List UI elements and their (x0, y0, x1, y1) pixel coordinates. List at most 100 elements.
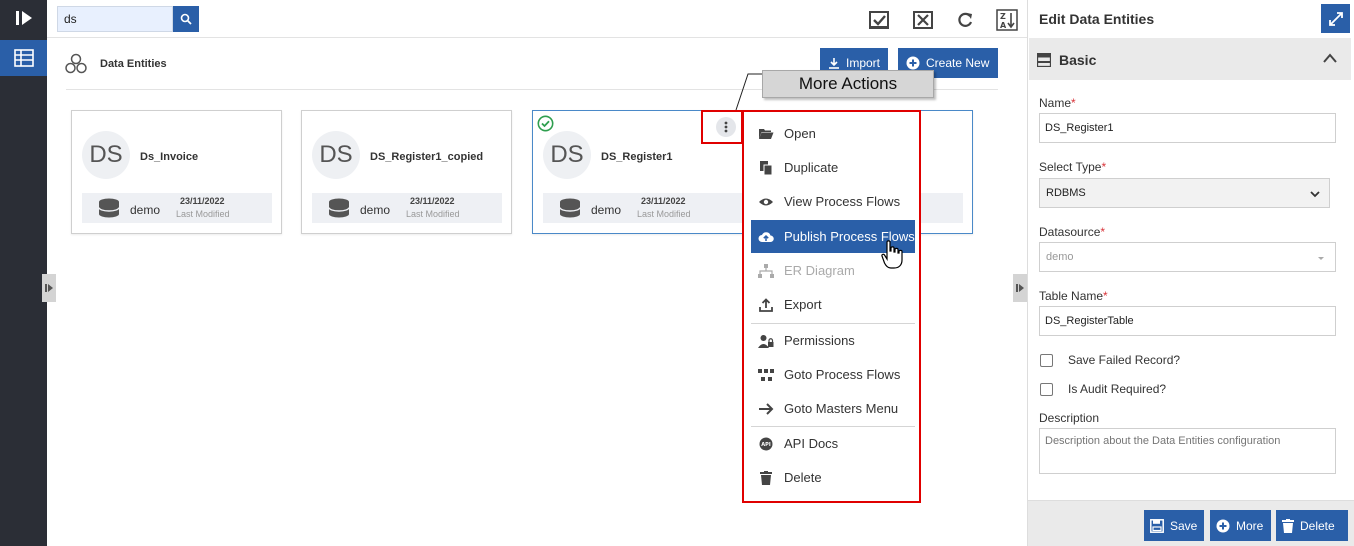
datasource-dropdown[interactable]: demo (1039, 242, 1336, 272)
menu-label: Permissions (784, 333, 855, 348)
menu-item-export[interactable]: Export (751, 288, 915, 321)
modified-date: 23/11/2022 (410, 196, 455, 206)
download-icon (828, 58, 839, 69)
more-actions-menu: Open Duplicate View Process Flows Publis… (742, 110, 921, 503)
modified-label: Last Modified (406, 209, 460, 219)
right-panel-toggle-icon[interactable] (1013, 274, 1027, 302)
menu-item-goto-masters-menu[interactable]: Goto Masters Menu (751, 392, 915, 425)
datasource-label: demo (591, 203, 622, 217)
basic-section-header[interactable]: Basic (1029, 38, 1351, 80)
avatar: DS (312, 131, 360, 179)
menu-item-api-docs[interactable]: API API Docs (751, 427, 915, 460)
trash-icon (1282, 518, 1294, 533)
folder-open-icon (758, 126, 774, 142)
audit-checkbox[interactable] (1040, 383, 1053, 396)
menu-item-view-process-flows[interactable]: View Process Flows (751, 185, 915, 218)
delete-button[interactable]: Delete (1276, 510, 1348, 541)
card-footer: demo 23/11/2022 Last Modified (82, 193, 272, 223)
menu-label: API Docs (784, 436, 839, 451)
flow-icon (758, 367, 774, 383)
app-logo-icon[interactable] (0, 0, 47, 36)
name-field[interactable] (1039, 113, 1336, 143)
duplicate-icon (758, 160, 774, 176)
avatar: DS (82, 131, 130, 179)
database-icon (328, 198, 350, 218)
section-title: Basic (1059, 52, 1097, 68)
arrow-right-icon (758, 401, 774, 417)
create-new-label: Create New (926, 56, 990, 70)
menu-label: Goto Masters Menu (784, 401, 899, 416)
svg-text:A: A (1000, 21, 1007, 30)
modified-date: 23/11/2022 (641, 196, 686, 206)
more-label: More (1236, 518, 1264, 533)
table-name-field[interactable] (1039, 306, 1336, 336)
chevron-up-icon (1323, 53, 1337, 63)
refresh-icon[interactable] (953, 8, 977, 32)
datasource-label: demo (130, 203, 161, 217)
database-icon (98, 198, 120, 218)
select-type-dropdown[interactable]: RDBMS (1039, 178, 1330, 208)
save-button[interactable]: Save (1144, 510, 1204, 541)
api-icon: API (758, 436, 774, 452)
upload-icon (758, 297, 774, 313)
sort-az-icon[interactable]: ZA (995, 8, 1019, 32)
hand-cursor-icon (881, 240, 903, 269)
card-footer: demo 23/11/2022 Last Modified (312, 193, 502, 223)
entity-card[interactable]: DS DS_Register1_copied demo 23/11/2022 L… (301, 110, 512, 234)
save-icon (1150, 518, 1164, 533)
eye-icon (758, 194, 774, 210)
svg-text:Z: Z (1000, 12, 1006, 21)
menu-item-duplicate[interactable]: Duplicate (751, 151, 915, 184)
page-title: Data Entities (100, 58, 167, 70)
edit-panel: Edit Data Entities Basic Name* Select Ty… (1027, 0, 1354, 546)
menu-label: Delete (784, 470, 822, 485)
caret-down-icon (1318, 257, 1324, 260)
top-toolbar: ZA (47, 0, 1027, 38)
cloud-upload-icon (758, 229, 774, 245)
select-type-value: RDBMS (1046, 187, 1086, 199)
entity-name: Ds_Invoice (140, 151, 199, 163)
menu-label: View Process Flows (784, 194, 901, 209)
modified-label: Last Modified (176, 209, 230, 219)
delete-label: Delete (1300, 518, 1335, 533)
description-label: Description (1039, 411, 1100, 425)
audit-label: Is Audit Required? (1068, 382, 1167, 396)
save-failed-checkbox[interactable] (1040, 354, 1053, 367)
more-button[interactable]: More (1210, 510, 1271, 541)
check-all-icon[interactable] (867, 8, 891, 32)
entity-name: DS_Register1_copied (370, 151, 484, 163)
datasource-value: demo (1046, 251, 1074, 263)
save-failed-label: Save Failed Record? (1068, 353, 1181, 367)
menu-item-open[interactable]: Open (751, 117, 915, 150)
menu-label: Export (784, 297, 822, 312)
svg-text:API: API (761, 442, 771, 448)
entity-card[interactable]: DS Ds_Invoice demo 23/11/2022 Last Modif… (71, 110, 282, 234)
avatar: DS (543, 131, 591, 179)
search-input[interactable] (57, 6, 173, 32)
search-icon (180, 13, 192, 25)
panel-title: Edit Data Entities (1039, 11, 1155, 27)
expand-icon[interactable] (1321, 4, 1350, 33)
search-button[interactable] (173, 6, 199, 32)
menu-item-delete[interactable]: Delete (751, 461, 915, 494)
trash-icon (758, 470, 774, 486)
plus-circle-icon (1216, 519, 1230, 532)
menu-label: Open (784, 126, 816, 141)
save-label: Save (1170, 518, 1198, 533)
description-field[interactable] (1039, 428, 1336, 474)
menu-item-permissions[interactable]: Permissions (751, 324, 915, 357)
menu-item-goto-process-flows[interactable]: Goto Process Flows (751, 358, 915, 391)
data-entities-nav-icon[interactable] (0, 40, 47, 76)
check-circle-icon (537, 115, 554, 132)
user-lock-icon (758, 333, 774, 349)
table-name-label: Table Name* (1039, 289, 1108, 303)
left-panel-toggle-icon[interactable] (42, 274, 56, 302)
form-icon (1037, 53, 1051, 67)
database-icon (559, 198, 581, 218)
left-nav (0, 0, 47, 546)
chevron-down-icon (1310, 191, 1320, 198)
uncheck-all-icon[interactable] (911, 8, 935, 32)
panel-header: Edit Data Entities (1028, 0, 1354, 38)
modified-label: Last Modified (637, 209, 691, 219)
more-actions-icon[interactable] (716, 117, 736, 137)
